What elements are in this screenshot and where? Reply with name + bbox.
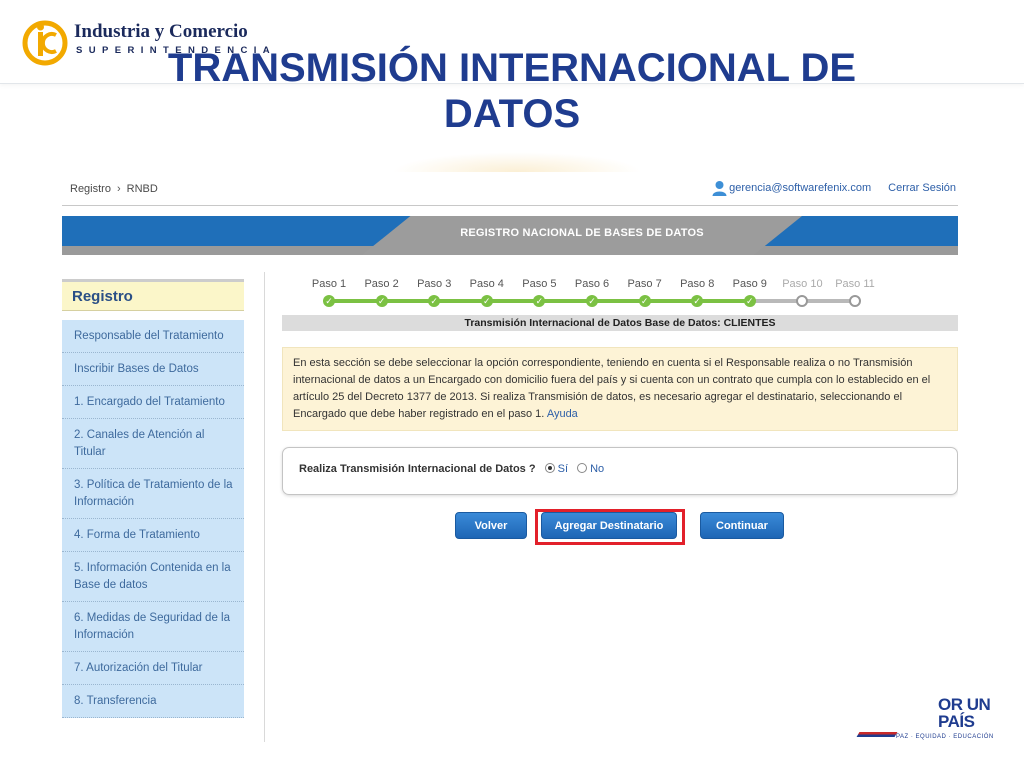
step-label: Paso 9	[732, 278, 767, 290]
highlight-frame	[535, 509, 685, 545]
continue-button[interactable]: Continuar	[700, 512, 784, 539]
step-10: Paso 10	[775, 278, 829, 307]
step-connector	[697, 299, 750, 303]
breadcrumb: Registro › RNBD	[70, 183, 158, 195]
check-icon: ✓	[375, 295, 388, 307]
radio-yes-label[interactable]: Sí	[558, 463, 568, 475]
prosperidad-line-2: PAÍS	[938, 712, 975, 731]
step-connector	[486, 299, 540, 303]
step-6: Paso 6 ✓	[565, 278, 619, 307]
back-button[interactable]: Volver	[455, 512, 527, 539]
sidebar-item-forma[interactable]: 4. Forma de Tratamiento	[62, 519, 244, 552]
logo-line-1: Industria y Comercio	[74, 21, 248, 42]
sidebar-divider	[264, 272, 265, 742]
sidebar-item-autorizacion[interactable]: 7. Autorización del Titular	[62, 652, 244, 685]
app-screenshot: Registro › RNBD gerencia@softwarefenix.com…	[62, 172, 958, 742]
pending-dot-icon	[796, 295, 809, 307]
section-title: Transmisión Internacional de Datos Base …	[282, 315, 958, 331]
step-label: Paso 10	[782, 278, 823, 290]
check-icon: ✓	[428, 295, 441, 307]
flag-stripe	[856, 732, 898, 737]
step-label: Paso 3	[417, 278, 452, 290]
breadcrumb-rnbd[interactable]: RNBD	[127, 183, 158, 195]
check-icon: ✓	[691, 295, 704, 307]
info-text: En esta sección se debe seleccionar la o…	[293, 357, 931, 420]
step-connector	[434, 299, 487, 303]
sidebar-title: Registro	[62, 279, 244, 311]
step-label: Paso 11	[835, 278, 875, 290]
step-connector	[592, 299, 645, 303]
check-icon: ✓	[743, 295, 756, 307]
prosperidad-logo: OR UN PAÍS PAZ · EQUIDAD · EDUCACIÓN	[856, 695, 1008, 746]
user-area: gerencia@softwarefenix.com Cerrar Sesión	[712, 180, 956, 196]
user-email[interactable]: gerencia@softwarefenix.com	[729, 182, 871, 194]
sidebar-item-canales[interactable]: 2. Canales de Atención al Titular	[62, 419, 244, 469]
check-icon: ✓	[533, 295, 546, 307]
step-label: Paso 1	[311, 278, 347, 290]
step-connector	[381, 299, 435, 303]
check-icon: ✓	[638, 295, 651, 307]
sidebar-item-informacion[interactable]: 5. Información Contenida en la Base de d…	[62, 552, 244, 602]
radio-yes[interactable]	[544, 463, 555, 473]
slide-title-line-1: TRANSMISIÓN INTERNACIONAL DE	[167, 46, 857, 90]
step-connector	[749, 299, 803, 303]
step-3: Paso 3 ✓	[407, 278, 461, 307]
check-icon: ✓	[480, 295, 493, 307]
rnbd-banner: REGISTRO NACIONAL DE BASES DE DATOS	[62, 216, 958, 256]
step-1: Paso 1 ✓	[302, 278, 356, 307]
sidebar: Registro Responsable del Tratamiento Ins…	[62, 279, 244, 742]
banner-title: REGISTRO NACIONAL DE BASES DE DATOS	[460, 227, 704, 239]
prosperidad-line-3: PAZ · EQUIDAD · EDUCACIÓN	[896, 734, 994, 740]
help-link[interactable]: Ayuda	[547, 408, 578, 420]
step-11: Paso 11	[828, 278, 882, 307]
header-divider	[62, 205, 958, 206]
step-label: Paso 4	[469, 278, 504, 290]
sidebar-item-encargado[interactable]: 1. Encargado del Tratamiento	[62, 386, 244, 419]
sidebar-item-inscribir[interactable]: Inscribir Bases de Datos	[62, 353, 244, 386]
pending-dot-icon	[849, 295, 861, 307]
step-connector	[644, 299, 698, 303]
step-label: Paso 2	[364, 278, 399, 290]
radio-no-label[interactable]: No	[590, 463, 604, 475]
breadcrumb-registro[interactable]: Registro	[70, 183, 111, 195]
slide-title: TRANSMISIÓN INTERNACIONAL DE DATOS	[0, 45, 1024, 137]
step-connector	[539, 299, 592, 303]
step-7: Paso 7 ✓	[618, 278, 672, 307]
logout-link[interactable]: Cerrar Sesión	[888, 182, 956, 194]
sidebar-menu: Responsable del Tratamiento Inscribir Ba…	[62, 320, 244, 718]
sidebar-item-transferencia[interactable]: 8. Transferencia	[62, 685, 244, 718]
step-label: Paso 7	[627, 278, 662, 290]
step-progress: Paso 1 ✓ Paso 2 ✓ Paso 3 ✓ Paso 4 ✓ Paso 5 ✓ Paso …	[302, 278, 902, 312]
check-icon: ✓	[586, 295, 598, 307]
slide-title-line-2: DATOS	[443, 92, 581, 136]
step-label: Paso 6	[574, 278, 610, 290]
step-connector	[329, 299, 382, 303]
question-panel: Realiza Transmisión Internacional de Dat…	[282, 447, 958, 495]
step-label: Paso 8	[680, 278, 715, 290]
prosperidad-line-1: OR UN	[938, 695, 991, 714]
check-icon: ✓	[323, 295, 335, 307]
user-icon	[712, 181, 727, 196]
step-9: Paso 9 ✓	[723, 278, 777, 307]
radio-no[interactable]	[577, 463, 588, 473]
question-label: Realiza Transmisión Internacional de Dat…	[299, 463, 536, 475]
step-4: Paso 4 ✓	[460, 278, 514, 307]
step-2: Paso 2 ✓	[355, 278, 409, 307]
breadcrumb-separator: ›	[116, 183, 121, 195]
sidebar-item-medidas[interactable]: 6. Medidas de Seguridad de la Informació…	[62, 602, 244, 652]
sidebar-item-politica[interactable]: 3. Política de Tratamiento de la Informa…	[62, 469, 244, 519]
sidebar-item-responsable[interactable]: Responsable del Tratamiento	[62, 320, 244, 353]
step-5: Paso 5 ✓	[512, 278, 566, 307]
step-connector	[802, 299, 855, 303]
info-box: En esta sección se debe seleccionar la o…	[282, 347, 958, 431]
step-8: Paso 8 ✓	[670, 278, 724, 307]
step-label: Paso 5	[522, 278, 557, 290]
